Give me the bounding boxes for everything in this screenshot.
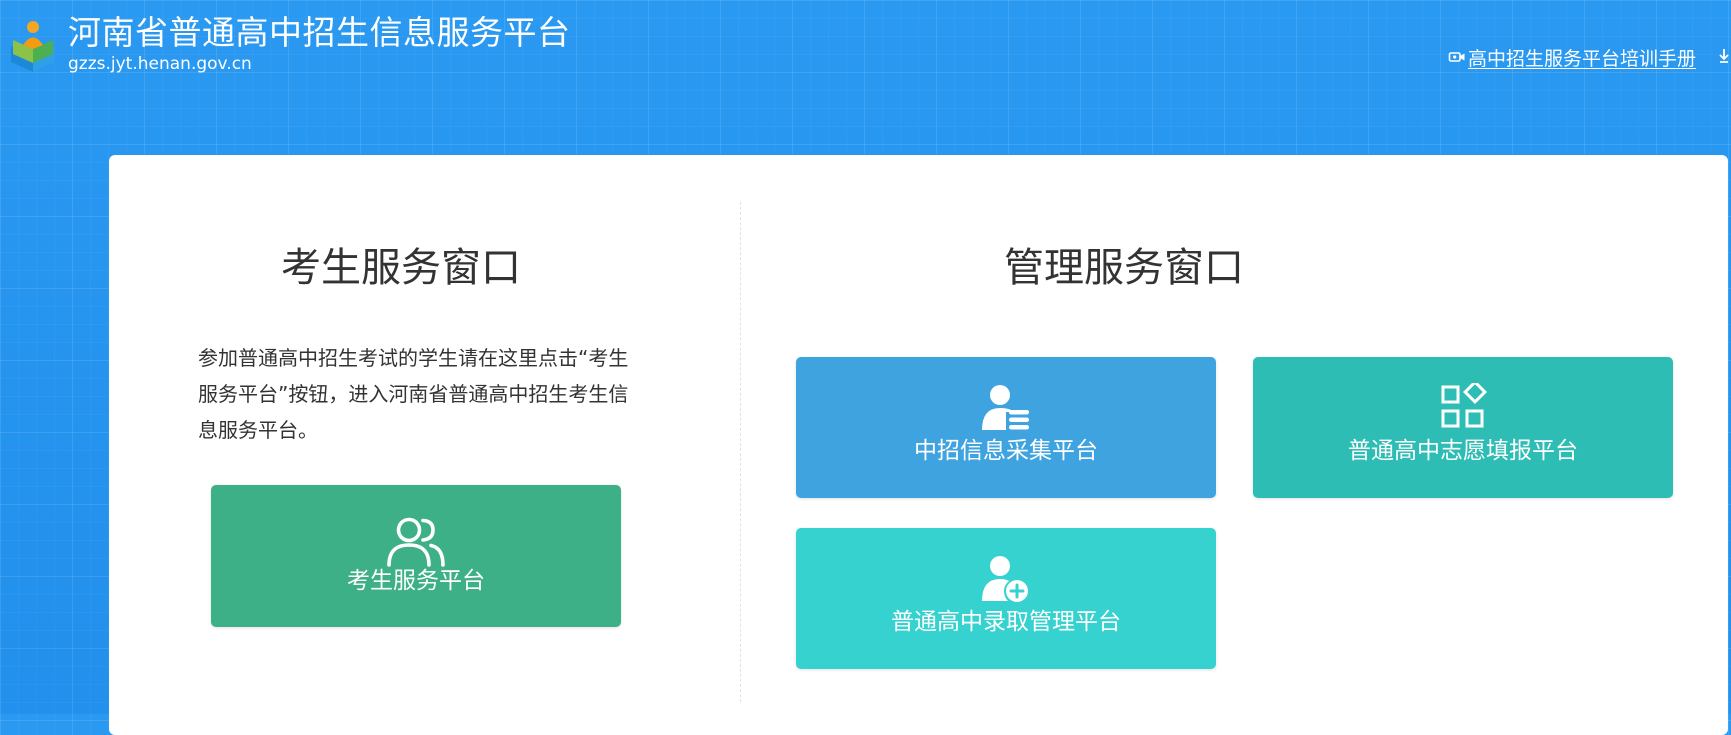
info-collection-platform-button[interactable]: 中招信息采集平台: [796, 357, 1216, 498]
site-title: 河南省普通高中招生信息服务平台: [68, 13, 571, 52]
video-camera-icon: [1448, 48, 1466, 66]
main-card: 考生服务窗口 参加普通高中招生考试的学生请在这里点击“考生服务平台”按钮，进入河…: [109, 155, 1728, 735]
volunteer-application-platform-label: 普通高中志愿填报平台: [1348, 438, 1578, 464]
admin-section-title: 管理服务窗口: [1004, 245, 1244, 291]
volunteer-application-platform-button[interactable]: 普通高中志愿填报平台: [1253, 357, 1673, 498]
student-service-platform-button[interactable]: 考生服务平台: [211, 485, 621, 627]
student-section-description: 参加普通高中招生考试的学生请在这里点击“考生服务平台”按钮，进入河南省普通高中招…: [198, 346, 629, 442]
student-service-platform-label: 考生服务平台: [347, 568, 485, 594]
training-manual-link[interactable]: 高中招生服务平台培训手册: [1448, 44, 1696, 70]
user-list-icon: [980, 383, 1032, 431]
training-manual-label: 高中招生服务平台培训手册: [1468, 47, 1697, 70]
site-domain: gzzs.jyt.henan.gov.cn: [68, 54, 252, 74]
student-section-title: 考生服务窗口: [281, 245, 521, 291]
info-collection-platform-label: 中招信息采集平台: [914, 438, 1098, 464]
users-icon: [386, 515, 446, 569]
app-grid-icon: [1437, 379, 1489, 431]
admission-management-platform-button[interactable]: 普通高中录取管理平台: [796, 528, 1216, 669]
user-add-icon: [980, 554, 1032, 602]
admission-management-platform-label: 普通高中录取管理平台: [891, 609, 1121, 635]
book-reader-logo-icon: [8, 18, 58, 74]
download-icon[interactable]: [1718, 47, 1731, 67]
site-header: 河南省普通高中招生信息服务平台 gzzs.jyt.henan.gov.cn 高中…: [0, 0, 1731, 150]
section-divider: [740, 202, 741, 702]
